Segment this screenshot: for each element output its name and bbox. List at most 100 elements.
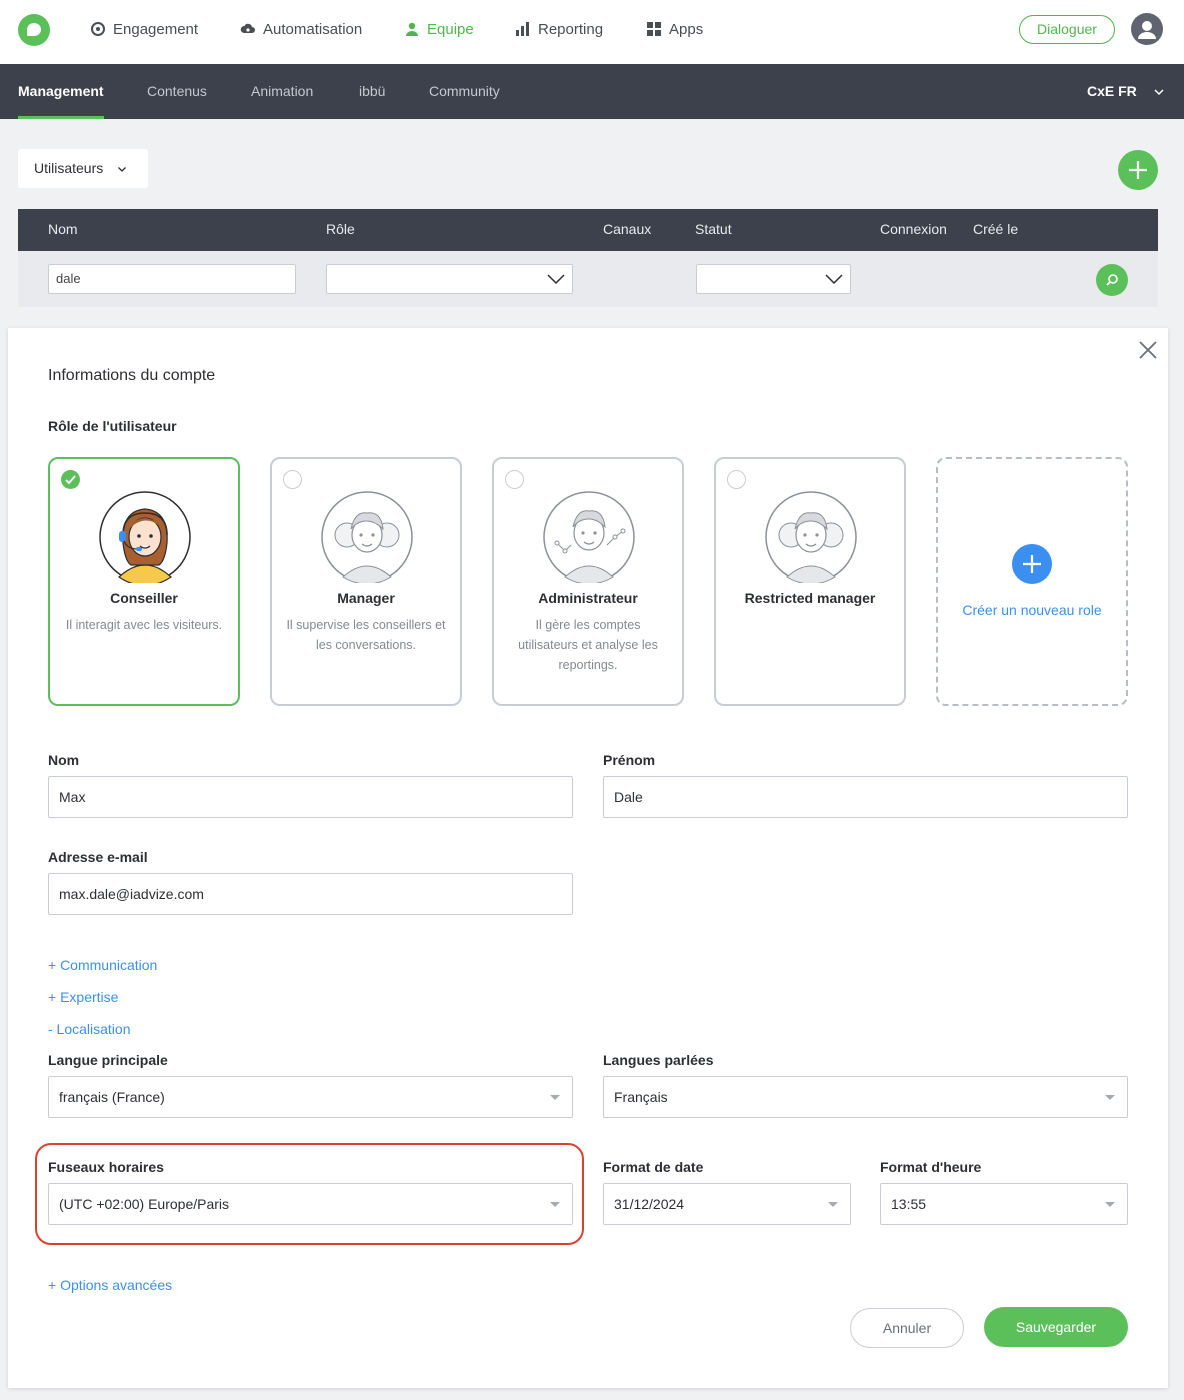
role-radio-conseiller[interactable] xyxy=(61,470,80,489)
role-card-manager[interactable]: Manager Il supervise les conseillers et … xyxy=(270,457,462,706)
date-format-value: 31/12/2024 xyxy=(614,1196,685,1212)
create-role-button[interactable] xyxy=(1012,544,1052,584)
manager-avatar-icon xyxy=(321,491,413,583)
chevron-down-icon xyxy=(118,167,127,172)
add-user-button[interactable] xyxy=(1118,150,1158,190)
prenom-field[interactable]: Dale xyxy=(603,776,1128,818)
save-button[interactable]: Sauvegarder xyxy=(984,1307,1128,1347)
panel-title: Informations du compte xyxy=(48,367,216,384)
localisation-toggle[interactable]: - Localisation xyxy=(48,1021,131,1037)
timezone-select[interactable]: (UTC +02:00) Europe/Paris xyxy=(48,1183,573,1225)
email-label: Adresse e-mail xyxy=(48,849,148,865)
role-card-administrateur[interactable]: Administrateur Il gère les comptes utili… xyxy=(492,457,684,706)
filter-row: dale xyxy=(18,251,1158,307)
view-select[interactable]: Utilisateurs xyxy=(18,149,148,188)
nav-automatisation[interactable]: Automatisation xyxy=(240,0,362,58)
tab-community[interactable]: Community xyxy=(429,64,500,119)
langue-select[interactable]: français (France) xyxy=(48,1076,573,1118)
restricted-manager-avatar-icon xyxy=(765,491,857,583)
user-icon xyxy=(1138,21,1156,39)
column-role[interactable]: Rôle xyxy=(326,209,355,251)
column-canaux[interactable]: Canaux xyxy=(603,209,651,251)
time-format-select[interactable]: 13:55 xyxy=(880,1183,1128,1225)
langue-select-value: français (France) xyxy=(59,1089,165,1105)
nom-field[interactable]: Max xyxy=(48,776,573,818)
nav-apps-label: Apps xyxy=(669,20,704,38)
workspace-selector[interactable]: CxE FR xyxy=(1087,64,1165,119)
column-cree-le[interactable]: Créé le xyxy=(973,209,1018,251)
nav-equipe[interactable]: Equipe xyxy=(404,0,474,58)
email-field[interactable]: max.dale@iadvize.com xyxy=(48,873,573,915)
role-description: Il supervise les conseillers et les conv… xyxy=(286,618,446,652)
date-format-select[interactable]: 31/12/2024 xyxy=(603,1183,851,1225)
role-card-conseiller[interactable]: Conseiller Il interagit avec les visiteu… xyxy=(48,457,240,706)
nav-engagement[interactable]: Engagement xyxy=(90,0,198,58)
column-connexion[interactable]: Connexion xyxy=(880,209,947,251)
advanced-options-toggle[interactable]: + Options avancées xyxy=(48,1277,172,1293)
create-role-label[interactable]: Créer un nouveau role xyxy=(938,602,1126,618)
chevron-down-icon xyxy=(547,274,565,284)
create-role-card[interactable]: Créer un nouveau role xyxy=(936,457,1128,706)
prenom-label: Prénom xyxy=(603,752,656,768)
role-label: Rôle de l'utilisateur xyxy=(48,418,177,434)
role-filter-select[interactable] xyxy=(326,264,573,294)
admin-avatar-icon xyxy=(543,491,635,583)
user-avatar[interactable] xyxy=(1131,13,1163,45)
table-header: Nom Rôle Canaux Statut Connexion Créé le xyxy=(18,209,1158,251)
grid-icon xyxy=(647,22,661,36)
time-format-label: Format d'heure xyxy=(880,1159,982,1175)
search-button[interactable] xyxy=(1096,264,1128,296)
nav-reporting[interactable]: Reporting xyxy=(515,0,603,58)
advisor-avatar-icon xyxy=(99,491,191,583)
communication-toggle[interactable]: + Communication xyxy=(48,957,157,973)
target-icon xyxy=(91,22,105,36)
fuseau-label: Fuseaux horaires xyxy=(48,1159,164,1175)
close-icon[interactable] xyxy=(1138,340,1158,360)
time-format-value: 13:55 xyxy=(891,1196,927,1212)
dialoguer-button[interactable]: Dialoguer xyxy=(1019,15,1115,44)
role-radio-manager[interactable] xyxy=(283,470,302,489)
chevron-down-icon xyxy=(825,274,843,284)
role-card-restricted-manager[interactable]: Restricted manager xyxy=(714,457,906,706)
column-statut[interactable]: Statut xyxy=(695,209,732,251)
column-nom[interactable]: Nom xyxy=(48,209,78,251)
tab-animation[interactable]: Animation xyxy=(251,64,313,119)
app-logo[interactable] xyxy=(18,14,50,46)
secondary-navigation: Management Contenus Animation ibbü Commu… xyxy=(0,64,1184,119)
plus-icon xyxy=(1023,555,1041,573)
bar-chart-icon xyxy=(516,22,529,36)
chevron-down-icon xyxy=(1154,89,1164,96)
tab-ibbu[interactable]: ibbü xyxy=(359,64,385,119)
expertise-toggle[interactable]: + Expertise xyxy=(48,989,118,1005)
nav-apps[interactable]: Apps xyxy=(646,0,703,58)
langues-select-value: Français xyxy=(614,1089,668,1105)
langue-label: Langue principale xyxy=(48,1052,168,1068)
langues-label: Langues parlées xyxy=(603,1052,714,1068)
name-filter-input[interactable]: dale xyxy=(48,264,296,294)
date-format-label: Format de date xyxy=(603,1159,704,1175)
role-name: Manager xyxy=(337,590,395,606)
user-icon xyxy=(406,22,418,36)
tab-management[interactable]: Management xyxy=(18,64,104,119)
account-info-panel: Informations du compte Rôle de l'utilisa… xyxy=(8,328,1168,1388)
nom-label: Nom xyxy=(48,752,80,768)
role-description: Il gère les comptes utilisateurs et anal… xyxy=(518,618,658,672)
nav-reporting-label: Reporting xyxy=(538,20,604,38)
role-name: Administrateur xyxy=(538,590,638,606)
role-name: Restricted manager xyxy=(744,590,876,606)
role-radio-administrateur[interactable] xyxy=(505,470,524,489)
check-icon xyxy=(65,475,76,485)
role-description: Il interagit avec les visiteurs. xyxy=(65,618,223,632)
langues-select[interactable]: Français xyxy=(603,1076,1128,1118)
timezone-select-value: (UTC +02:00) Europe/Paris xyxy=(59,1196,230,1212)
workspace-label: CxE FR xyxy=(1087,83,1137,99)
cancel-button[interactable]: Annuler xyxy=(850,1308,964,1348)
nav-equipe-label: Equipe xyxy=(427,20,474,38)
plus-icon xyxy=(1129,161,1147,179)
tab-contenus[interactable]: Contenus xyxy=(147,64,207,119)
role-radio-restricted-manager[interactable] xyxy=(727,470,746,489)
search-icon xyxy=(1106,274,1118,286)
cloud-gear-icon xyxy=(240,23,255,33)
status-filter-select[interactable] xyxy=(696,264,851,294)
role-name: Conseiller xyxy=(110,590,178,606)
